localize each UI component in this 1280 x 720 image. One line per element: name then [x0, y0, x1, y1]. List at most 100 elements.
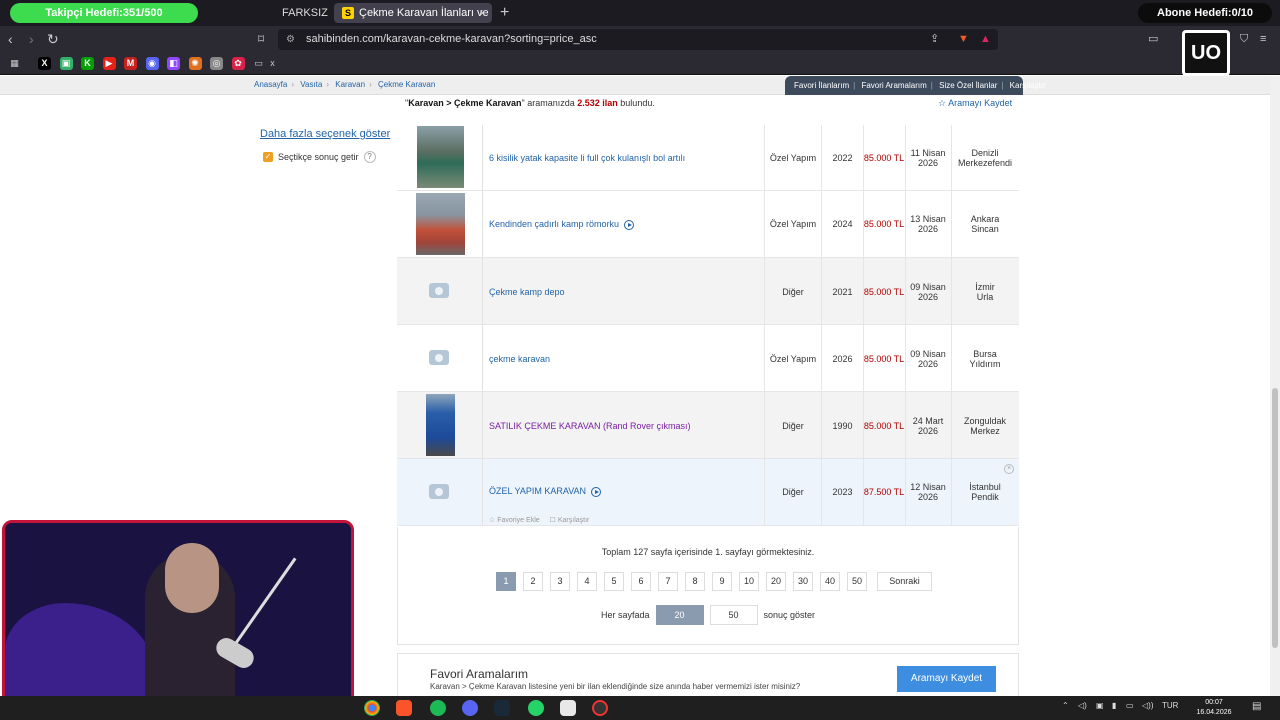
breadcrumb-home[interactable]: Anasayfa [254, 80, 287, 89]
apps-grid-icon[interactable]: ▦ [8, 57, 21, 70]
page-3-button[interactable]: 3 [550, 572, 570, 591]
chrome-icon[interactable] [364, 700, 380, 716]
reload-icon[interactable]: ↻ [47, 30, 59, 48]
page-40-button[interactable]: 40 [820, 572, 840, 591]
language-indicator[interactable]: TUR [1162, 701, 1178, 710]
listing-photo[interactable] [416, 193, 465, 255]
listing-title[interactable]: ÖZEL YAPIM KARAVAN [489, 486, 602, 497]
scroll-thumb[interactable] [1272, 388, 1278, 648]
page-8-button[interactable]: 8 [685, 572, 705, 591]
video-icon [591, 486, 602, 497]
sidebar-icon[interactable]: ▭ [1148, 30, 1158, 48]
back-icon[interactable]: ‹ [8, 30, 13, 48]
bookmark-folder-label[interactable]: x [266, 57, 279, 70]
tray-chevron-icon[interactable]: ⌃ [1062, 701, 1069, 710]
menu-icon[interactable]: ≡ [1260, 30, 1266, 48]
per-page-20-button[interactable]: 20 [655, 605, 704, 625]
compare-checkbox[interactable]: ☐ Karşılaştır [550, 516, 590, 524]
bookmark-icon[interactable]: ⌑ [258, 30, 264, 48]
folder-icon[interactable]: ▭ [252, 57, 265, 70]
add-favorite-button[interactable]: ☆ Favoriye Ekle [489, 516, 540, 524]
youtube-icon[interactable]: ▶ [102, 57, 116, 70]
page-5-button[interactable]: 5 [604, 572, 624, 591]
page-20-button[interactable]: 20 [766, 572, 786, 591]
brave-shield-icon[interactable]: ▼ [958, 29, 969, 50]
brave-icon[interactable] [396, 700, 412, 716]
listing-title[interactable]: Çekme kamp depo [489, 287, 565, 297]
compare-link[interactable]: Karşılaştır [1010, 81, 1046, 90]
page-4-button[interactable]: 4 [577, 572, 597, 591]
help-icon[interactable]: ? [363, 151, 376, 163]
listing-row[interactable]: ÖZEL YAPIM KARAVAN ☆ Favoriye Ekle ☐ Kar… [397, 459, 1019, 526]
file-icon[interactable] [560, 700, 576, 716]
auto-search-option[interactable]: ✓ Seçtikçe sonuç getir ? [263, 151, 376, 163]
listing-row[interactable]: çekme karavan Özel Yapım 2026 85.000 TL … [397, 325, 1019, 392]
gmail-icon[interactable]: M [124, 57, 137, 70]
spotify-icon[interactable] [430, 700, 446, 716]
notification-icon[interactable]: ▤ [1252, 701, 1261, 712]
listing-title[interactable]: Kendinden çadırlı kamp römorku [489, 219, 635, 230]
speaker-icon[interactable]: ◁) [1078, 701, 1087, 710]
favorite-search-box: Favori Aramalarım Karavan > Çekme Karava… [397, 653, 1019, 696]
x-icon[interactable]: X [38, 57, 51, 70]
page-10-button[interactable]: 10 [739, 572, 759, 591]
page-30-button[interactable]: 30 [793, 572, 813, 591]
page-7-button[interactable]: 7 [658, 572, 678, 591]
listing-row[interactable]: 6 kisilik yatak kapasite li full çok kul… [397, 125, 1019, 191]
tray-app-icon[interactable]: ▣ [1096, 701, 1104, 710]
site-settings-icon[interactable]: ⚙ [286, 29, 295, 50]
obs-icon[interactable] [592, 700, 608, 716]
listing-row[interactable]: Kendinden çadırlı kamp römorku Özel Yapı… [397, 191, 1019, 258]
clock[interactable]: 00:07 16.04.2026 [1194, 698, 1234, 718]
listing-row[interactable]: SATILIK ÇEKME KARAVAN (Rand Rover çıkmas… [397, 392, 1019, 459]
page-6-button[interactable]: 6 [631, 572, 651, 591]
page-9-button[interactable]: 9 [712, 572, 732, 591]
steam-icon[interactable] [494, 700, 510, 716]
favorite-searches-link[interactable]: Favori Aramalarım [861, 81, 926, 90]
close-icon[interactable]: × [1004, 464, 1014, 474]
more-options-link[interactable]: Daha fazla seçenek göster [260, 128, 390, 140]
kick-icon[interactable]: K [81, 57, 94, 70]
tab-farksiz[interactable]: FARKSIZ 6 [274, 3, 329, 23]
forward-icon[interactable]: › [29, 30, 34, 48]
twitch-icon[interactable]: ◧ [167, 57, 180, 70]
circle-icon[interactable]: ◎ [210, 57, 223, 70]
listing-title[interactable]: çekme karavan [489, 354, 550, 364]
listing-title[interactable]: SATILIK ÇEKME KARAVAN (Rand Rover çıkmas… [489, 421, 691, 431]
breadcrumb-cekme-karavan[interactable]: Çekme Karavan [378, 80, 435, 89]
page-50-button[interactable]: 50 [847, 572, 867, 591]
whatsapp-icon[interactable] [528, 700, 544, 716]
next-page-button[interactable]: Sonraki [877, 572, 932, 591]
page-scrollbar[interactable] [1270, 76, 1280, 696]
page-1-button[interactable]: 1 [496, 572, 516, 591]
discord-icon[interactable]: ◉ [145, 57, 159, 70]
breadcrumb-vasita[interactable]: Vasıta [300, 80, 322, 89]
listing-title[interactable]: 6 kisilik yatak kapasite li full çok kul… [489, 153, 685, 163]
close-icon[interactable]: × [479, 3, 486, 23]
checkbox-checked[interactable]: ✓ [263, 152, 273, 162]
kick-green-icon[interactable]: ▣ [59, 57, 73, 70]
star-icon[interactable]: ✺ [188, 57, 202, 70]
network-icon[interactable]: ▭ [1126, 701, 1134, 710]
listing-photo[interactable] [417, 126, 464, 188]
special-listings-link[interactable]: Size Özel İlanlar [939, 81, 997, 90]
page-2-button[interactable]: 2 [523, 572, 543, 591]
listing-row[interactable]: Çekme kamp depo Diğer 2021 85.000 TL 09 … [397, 258, 1019, 325]
address-bar[interactable]: ⚙ sahibinden.com/karavan-cekme-karavan?s… [278, 29, 998, 50]
breadcrumb-karavan[interactable]: Karavan [335, 80, 365, 89]
rewards-icon[interactable]: ▲ [980, 29, 991, 50]
new-tab-icon[interactable]: + [500, 3, 509, 23]
game-icon[interactable]: ✿ [231, 57, 245, 70]
listing-date: 09 Nisan 2026 [910, 349, 946, 369]
tab-sahibinden[interactable]: S Çekme Karavan İlanları ve Fiyatla × [334, 3, 492, 23]
mic-icon[interactable]: ▮ [1112, 701, 1116, 710]
save-search-link[interactable]: ☆ Aramayı Kaydet [938, 98, 1012, 109]
volume-icon[interactable]: ◁)) [1142, 701, 1153, 710]
save-search-button[interactable]: Aramayı Kaydet [897, 666, 996, 692]
listing-photo[interactable] [426, 394, 455, 456]
favorite-listings-link[interactable]: Favori İlanlarım [794, 81, 849, 90]
shield-icon[interactable]: ⛉ [1240, 30, 1248, 48]
share-icon[interactable]: ⇪ [930, 29, 939, 50]
discord-icon[interactable] [462, 700, 478, 716]
per-page-50-button[interactable]: 50 [709, 605, 758, 625]
